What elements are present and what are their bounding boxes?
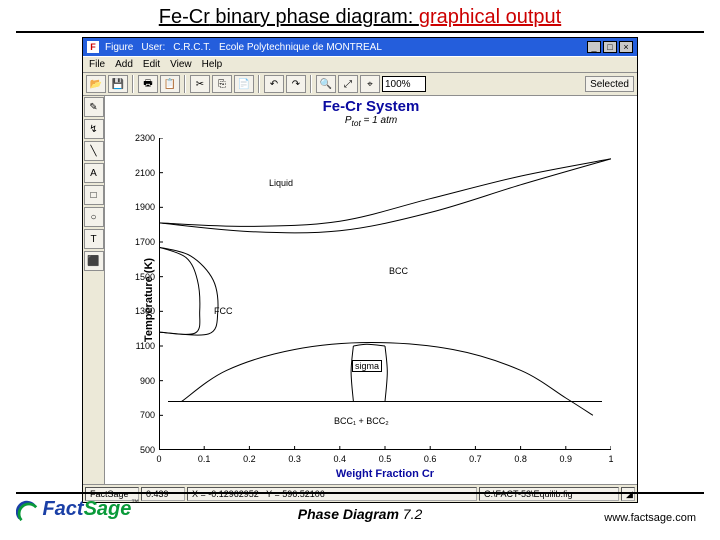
open-icon[interactable]: 📂 — [86, 75, 106, 93]
region-bcc: BCC — [389, 266, 408, 276]
factsage-logo: FactSage™ — [16, 498, 139, 522]
chart-curves — [159, 138, 611, 450]
slide-footer: FactSage™ Phase Diagram 7.2 www.factsage… — [0, 492, 720, 540]
fill-tool-icon[interactable]: ⬛ — [84, 251, 104, 271]
paste-icon[interactable]: 📄 — [234, 75, 254, 93]
undo-icon[interactable]: ↶ — [264, 75, 284, 93]
text-tool-icon[interactable]: A — [84, 163, 104, 183]
user-name: C.R.C.T. — [173, 42, 211, 53]
app-window: F Figure User: C.R.C.T. Ecole Polytechni… — [82, 37, 638, 503]
toolbar-sep-1 — [132, 75, 134, 93]
divider-bottom — [16, 492, 704, 494]
chart-title: Fe-Cr System — [105, 98, 637, 115]
app-name: Figure — [105, 42, 133, 53]
rect-tool-icon[interactable]: □ — [84, 185, 104, 205]
cut-icon[interactable]: ✂ — [190, 75, 210, 93]
x-tick: 0.8 — [514, 454, 527, 464]
divider-top — [16, 31, 704, 33]
x-tick: 0.7 — [469, 454, 482, 464]
ellipse-tool-icon[interactable]: ○ — [84, 207, 104, 227]
line-tool-icon[interactable]: ╲ — [84, 141, 104, 161]
zoom-value: 100% — [385, 79, 411, 90]
slide-title: Fe-Cr binary phase diagram: graphical ou… — [0, 0, 720, 31]
region-sigma: sigma — [352, 360, 382, 372]
menu-edit[interactable]: Edit — [143, 59, 160, 70]
title-part-c: graphical output — [419, 6, 561, 28]
y-tick: 1900 — [123, 202, 155, 212]
save-icon[interactable]: 💾 — [108, 75, 128, 93]
x-tick: 0.5 — [379, 454, 392, 464]
menu-view[interactable]: View — [170, 59, 192, 70]
region-bcc1bcc2: BCC₁ + BCC₂ — [334, 416, 389, 426]
x-tick: 0 — [156, 454, 161, 464]
logo-text-a: Fact — [42, 498, 83, 520]
close-button[interactable]: × — [619, 41, 633, 53]
x-tick: 0.6 — [424, 454, 437, 464]
fit-icon[interactable]: ⤢ — [338, 75, 358, 93]
logo-tm: ™ — [131, 498, 139, 507]
x-tick: 0.9 — [560, 454, 573, 464]
pencil-tool-icon[interactable]: ✎ — [84, 97, 104, 117]
plot-area: Temperature (K) Weight Fraction Cr 50070… — [159, 138, 611, 450]
x-tick: 1 — [608, 454, 613, 464]
x-axis-label: Weight Fraction Cr — [336, 468, 434, 480]
label-tool-icon[interactable]: T — [84, 229, 104, 249]
x-tick: 0.2 — [243, 454, 256, 464]
toolbar-sep-3 — [258, 75, 260, 93]
y-tick: 700 — [123, 410, 155, 420]
app-icon: F — [87, 41, 99, 53]
menu-file[interactable]: File — [89, 59, 105, 70]
copy-icon[interactable]: ⎘ — [212, 75, 232, 93]
footer-title: Phase Diagram 7.2 — [298, 506, 423, 522]
x-tick: 0.3 — [288, 454, 301, 464]
y-tick: 2300 — [123, 133, 155, 143]
x-tick: 0.4 — [334, 454, 347, 464]
y-tick: 500 — [123, 445, 155, 455]
selected-label: Selected — [590, 79, 629, 90]
x-tick: 0.1 — [198, 454, 211, 464]
zoom-icon[interactable]: 🔍 — [316, 75, 336, 93]
tool-palette: ✎ ↯ ╲ A □ ○ T ⬛ — [83, 96, 105, 484]
zoom-field[interactable]: 100% — [382, 76, 426, 92]
footer-module: Phase Diagram — [298, 506, 399, 522]
plot-canvas[interactable]: Fe-Cr System Ptot = 1 atm Temperature (K… — [105, 96, 637, 484]
y-tick: 2100 — [123, 168, 155, 178]
y-tick: 1300 — [123, 306, 155, 316]
menu-add[interactable]: Add — [115, 59, 133, 70]
y-axis-label: Temperature (K) — [143, 258, 155, 342]
print-icon[interactable]: 🖶 — [138, 75, 158, 93]
org-name: Ecole Polytechnique de MONTREAL — [219, 42, 382, 53]
chart-subtitle: Ptot = 1 atm — [105, 115, 637, 128]
region-liquid: Liquid — [269, 178, 293, 188]
toolbar-sep-4 — [310, 75, 312, 93]
logo-text-b: Sage — [84, 498, 132, 520]
minimize-button[interactable]: _ — [587, 41, 601, 53]
menu-help[interactable]: Help — [202, 59, 223, 70]
title-part-b: binary phase diagram: — [210, 6, 419, 28]
toolbar-sep-2 — [184, 75, 186, 93]
workarea: ✎ ↯ ╲ A □ ○ T ⬛ Fe-Cr System Ptot = 1 at… — [83, 96, 637, 484]
y-tick: 1500 — [123, 272, 155, 282]
clipboard-icon[interactable]: 📋 — [160, 75, 180, 93]
toolbar: 📂 💾 🖶 📋 ✂ ⎘ 📄 ↶ ↷ 🔍 ⤢ ⌖ 100% Selected — [83, 73, 637, 96]
titlebar[interactable]: F Figure User: C.R.C.T. Ecole Polytechni… — [83, 38, 637, 56]
footer-version: 7.2 — [403, 506, 422, 522]
y-tick: 1100 — [123, 341, 155, 351]
region-fcc: FCC — [214, 306, 233, 316]
y-tick: 900 — [123, 376, 155, 386]
user-prefix: User: — [141, 42, 165, 53]
redo-icon[interactable]: ↷ — [286, 75, 306, 93]
title-part-a: Fe-Cr — [159, 6, 210, 28]
maximize-button[interactable]: □ — [603, 41, 617, 53]
labels-icon[interactable]: ⌖ — [360, 75, 380, 93]
selected-button[interactable]: Selected — [585, 76, 634, 92]
pointer-tool-icon[interactable]: ↯ — [84, 119, 104, 139]
y-tick: 1700 — [123, 237, 155, 247]
menubar: File Add Edit View Help — [83, 56, 637, 73]
footer-url: www.factsage.com — [604, 512, 696, 524]
